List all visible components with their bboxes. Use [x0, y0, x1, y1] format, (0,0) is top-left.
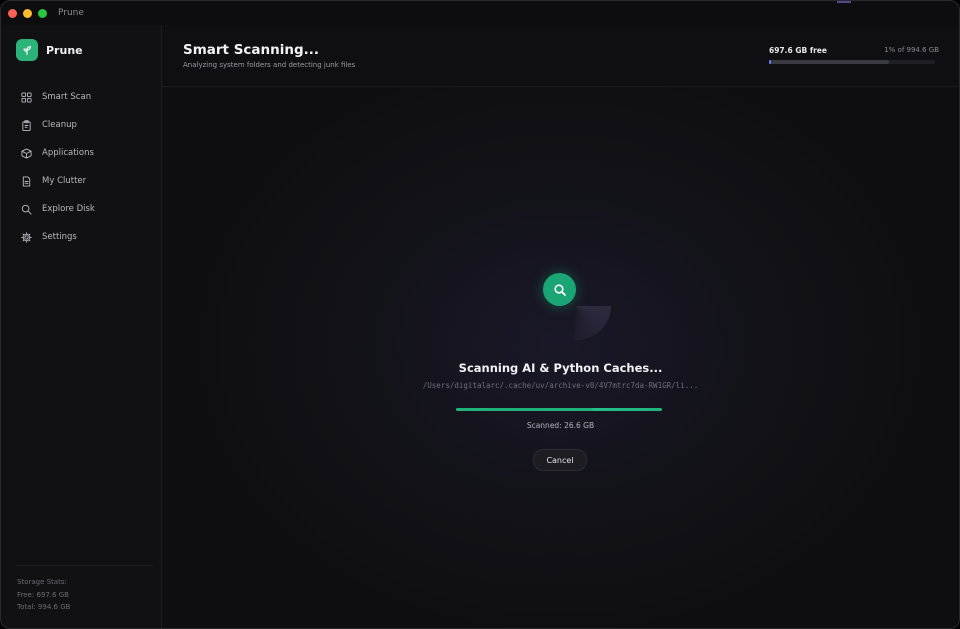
corner-indicator — [837, 1, 851, 3]
sidebar-item-explore-disk[interactable]: Explore Disk — [1, 195, 161, 223]
app-window: Prune Prune Smart Scan Cleanup Applicati… — [0, 0, 960, 629]
window-title: Prune — [58, 8, 84, 18]
sidebar-item-my-clutter[interactable]: My Clutter — [1, 167, 161, 195]
sidebar-item-label: Applications — [42, 148, 94, 158]
page-title: Smart Scanning... — [183, 42, 320, 58]
scan-search-icon — [543, 273, 576, 306]
brand-name: Prune — [46, 43, 83, 57]
grid-icon — [21, 88, 32, 107]
disk-usage-bar — [769, 60, 935, 64]
zoom-window-button[interactable] — [38, 8, 47, 18]
minimize-window-button[interactable] — [23, 8, 32, 18]
sidebar-item-label: Settings — [42, 232, 77, 242]
sidebar-item-label: Cleanup — [42, 120, 77, 130]
cancel-button[interactable]: Cancel — [533, 449, 587, 471]
search-icon — [21, 200, 32, 219]
prune-logo-icon — [16, 39, 38, 61]
scan-current-path: /Users/digitalarc/.cache/uv/archive-v0/4… — [422, 381, 699, 390]
sidebar-item-label: Explore Disk — [42, 204, 95, 214]
disk-used-label: 1% of 994.6 GB — [884, 46, 939, 54]
window-controls — [8, 8, 47, 18]
page-header: Smart Scanning... Analyzing system folde… — [162, 25, 959, 87]
brand: Prune — [16, 39, 83, 61]
title-bar: Prune — [1, 1, 959, 25]
document-icon — [21, 172, 32, 191]
sidebar-item-label: My Clutter — [42, 176, 87, 186]
main-content: Smart Scanning... Analyzing system folde… — [162, 25, 959, 628]
disk-usage-track — [769, 60, 889, 64]
box-icon — [21, 144, 32, 163]
disk-free-label: 697.6 GB free — [769, 46, 827, 55]
sidebar-item-cleanup[interactable]: Cleanup — [1, 111, 161, 139]
gear-icon — [21, 228, 32, 247]
storage-stats: Storage Stats: Free: 697.6 GB Total: 994… — [17, 576, 70, 614]
sidebar-divider — [16, 565, 153, 566]
clipboard-icon — [21, 116, 32, 135]
sidebar-nav: Smart Scan Cleanup Applications My Clutt… — [1, 83, 161, 251]
storage-stats-heading: Storage Stats: — [17, 578, 67, 586]
scanned-size: Scanned: 26.6 GB — [526, 421, 595, 430]
disk-usage-fill — [769, 60, 771, 64]
close-window-button[interactable] — [8, 8, 17, 18]
scan-progress-bar — [456, 408, 662, 411]
scan-progress-fill — [456, 408, 662, 411]
scan-status-title: Scanning AI & Python Caches... — [458, 361, 663, 375]
sidebar-item-applications[interactable]: Applications — [1, 139, 161, 167]
sidebar-item-smart-scan[interactable]: Smart Scan — [1, 83, 161, 111]
sidebar-item-label: Smart Scan — [42, 92, 92, 102]
page-subtitle: Analyzing system folders and detecting j… — [183, 61, 356, 69]
storage-total: Total: 994.6 GB — [17, 603, 71, 611]
sidebar: Prune Smart Scan Cleanup Applications My… — [1, 25, 162, 628]
sidebar-item-settings[interactable]: Settings — [1, 223, 161, 251]
storage-free: Free: 697.6 GB — [17, 590, 69, 599]
